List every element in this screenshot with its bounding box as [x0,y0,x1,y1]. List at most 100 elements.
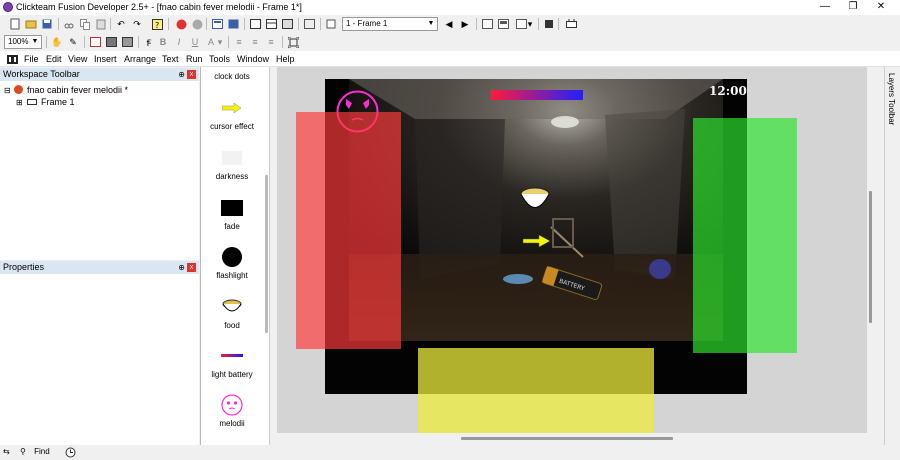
chevron-down-icon[interactable]: ▾ [216,35,224,49]
battery-bar-thumbnail [201,345,263,367]
light-battery-bar[interactable] [491,90,583,100]
menu-run[interactable]: Run [186,54,203,64]
next-frame-icon[interactable]: ▶ [458,17,472,31]
chevron-down-icon[interactable]: ▾ [526,17,534,31]
app-icon [3,2,13,12]
tree-item-application[interactable]: fnao cabin fever melodii * [27,85,128,95]
menu-tools[interactable]: Tools [209,54,230,64]
data-elements-icon[interactable] [302,17,316,31]
vertical-scroll-thumb[interactable] [869,191,872,323]
run-icon[interactable] [190,17,204,31]
hand-tool-icon[interactable]: ✋ [50,35,64,49]
find-button[interactable]: ⚲ Find [20,447,60,458]
zoom-fit-icon[interactable] [480,17,494,31]
italic-icon[interactable]: I [172,35,186,49]
event-list-icon[interactable] [280,17,294,31]
vertical-scrollbar[interactable] [867,67,875,433]
frame-editor-icon[interactable] [248,17,262,31]
workspace-toolbar-header: Workspace Toolbar ⊕ x [0,68,199,81]
menu-file[interactable]: File [24,54,39,64]
open-folder-icon[interactable] [24,17,38,31]
list-item[interactable]: cursor effect [201,97,263,133]
frame-select[interactable]: 1 - Frame 1 ▼ [342,17,438,31]
red-zone[interactable] [296,112,401,349]
properties-panel [0,274,199,445]
menu-bar: File Edit View Insert Arrange Text Run T… [0,51,900,67]
object-list-scrollbar[interactable] [265,175,268,333]
playfield-icon[interactable] [542,17,556,31]
menu-edit[interactable]: Edit [46,54,62,64]
stop-icon[interactable] [174,17,188,31]
close-button[interactable]: ✕ [866,0,896,15]
horizontal-scrollbar[interactable] [277,433,875,445]
backdrop-icon[interactable] [104,35,118,49]
font-icon[interactable]: Ꞙ [142,35,156,49]
new-file-icon[interactable] [8,17,22,31]
underline-icon[interactable]: U [188,35,202,49]
fullscreen-icon[interactable] [286,35,300,49]
align-left-icon[interactable]: ≡ [232,35,246,49]
copy-icon[interactable] [78,17,92,31]
green-zone[interactable] [693,118,797,353]
paste-icon[interactable] [94,17,108,31]
frame-list-icon[interactable] [324,17,338,31]
history-icon[interactable] [65,447,76,458]
window-title: Clickteam Fusion Developer 2.5+ - [fnao … [16,2,302,12]
clock-display[interactable]: 12:00 [709,84,747,98]
redo-icon[interactable]: ↷ [130,17,144,31]
menu-arrange[interactable]: Arrange [124,54,156,64]
list-item[interactable]: melodii [201,394,263,430]
app-menu-icon[interactable] [6,52,18,66]
cut-icon[interactable] [62,17,76,31]
yellow-zone[interactable] [418,348,654,433]
arrow-icon [201,97,263,119]
layers-toolbar-tab[interactable]: Layers Toolbar [887,73,896,125]
build-icon[interactable] [564,17,578,31]
tree-expander-icon[interactable]: ⊞ [16,98,23,107]
save-icon[interactable] [40,17,54,31]
align-right-icon[interactable]: ≡ [264,35,278,49]
picture-editor-icon[interactable] [88,35,102,49]
menu-window[interactable]: Window [237,54,269,64]
list-item[interactable]: fade [201,197,263,233]
list-item[interactable]: clock dots [201,72,263,81]
frame-editor: BATTERY 12:00 [277,67,875,433]
minimize-button[interactable]: — [810,0,840,15]
quickbackdrop-icon[interactable] [120,35,134,49]
list-item[interactable]: flashlight [201,246,263,282]
help-icon[interactable]: ? [150,17,164,31]
arrow-icon[interactable] [523,235,551,247]
list-item[interactable]: food [201,296,263,332]
bold-icon[interactable]: B [156,35,170,49]
event-grid-icon[interactable] [226,17,240,31]
restore-button[interactable]: ❐ [838,0,868,15]
align-center-icon[interactable]: ≡ [248,35,262,49]
close-icon[interactable]: x [187,70,196,79]
previous-frame-icon[interactable]: ◀ [442,17,456,31]
menu-text[interactable]: Text [162,54,179,64]
event-editor-icon[interactable] [264,17,278,31]
formatting-toolbar: 100% ▼ ✋ ✎ Ꞙ B I U A ▾ ≡ ≡ ≡ [0,33,900,51]
food-bowl-icon [201,296,263,318]
storyboard-editor-icon[interactable] [210,17,224,31]
horizontal-scroll-thumb[interactable] [461,437,673,440]
pin-icon[interactable]: ⊕ [178,68,185,81]
tree-item-frame[interactable]: Frame 1 [41,97,75,107]
close-icon[interactable]: x [187,263,196,272]
menu-view[interactable]: View [68,54,87,64]
replace-icon[interactable]: ⇆ [3,447,15,458]
list-item[interactable]: light battery [201,345,263,381]
menu-help[interactable]: Help [276,54,295,64]
svg-text:?: ? [155,21,159,30]
zoom-select[interactable]: 100% ▼ [4,35,42,49]
undo-icon[interactable]: ↶ [114,17,128,31]
layout-icon[interactable] [496,17,510,31]
food-bowl-icon[interactable] [519,185,551,213]
object-label: flashlight [216,271,248,280]
eyedropper-icon[interactable]: ✎ [66,35,80,49]
list-item[interactable]: darkness [201,147,263,183]
object-list: clock dots cursor effect darkness fade f… [200,67,270,445]
menu-insert[interactable]: Insert [94,54,117,64]
pin-icon[interactable]: ⊕ [178,261,185,274]
tree-expander-icon[interactable]: ⊟ [4,86,11,95]
